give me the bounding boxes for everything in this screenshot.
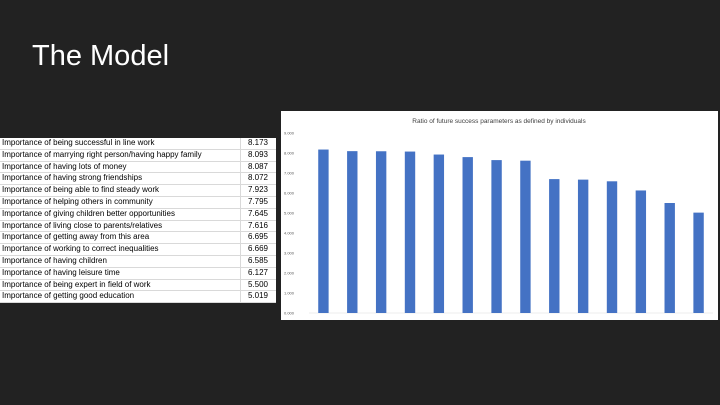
chart-bar xyxy=(375,151,387,313)
chart-title: Ratio of future success parameters as de… xyxy=(412,118,586,125)
row-value: 8.072 xyxy=(240,172,276,186)
row-label: Importance of marrying right person/havi… xyxy=(0,149,241,162)
table-body: Importance of being successful in line w… xyxy=(0,138,276,304)
table-row: Importance of marrying right person/havi… xyxy=(0,149,276,162)
y-axis: 0.000 1.000 2.000 3.000 4.000 5.000 6.000 7.000… xyxy=(284,131,295,316)
table-row: Importance of having lots of money 8.087 xyxy=(0,161,276,174)
row-value: 5.019 xyxy=(240,290,276,304)
row-value: 7.923 xyxy=(240,184,276,197)
y-tick-label: 1.000 xyxy=(284,291,295,296)
row-label: Importance of working to correct inequal… xyxy=(0,243,241,256)
row-label: Importance of helping others in communit… xyxy=(0,196,241,209)
y-tick-label: 2.000 xyxy=(284,271,295,276)
y-tick-label: 5.000 xyxy=(284,211,295,216)
row-value: 7.795 xyxy=(240,196,276,209)
row-label: Importance of being expert in field of w… xyxy=(0,279,241,292)
chart-bar xyxy=(693,212,704,313)
table-row: Importance of giving children better opp… xyxy=(0,208,276,221)
row-label: Importance of having leisure time xyxy=(0,267,241,280)
bars xyxy=(318,149,704,313)
table-row: Importance of being able to find steady … xyxy=(0,184,276,197)
chart-bar xyxy=(462,157,473,313)
row-value: 7.645 xyxy=(240,208,276,221)
chart-bar xyxy=(577,179,589,313)
row-value: 8.173 xyxy=(240,138,276,150)
row-value: 7.616 xyxy=(240,220,276,233)
chart-bar xyxy=(520,160,531,313)
table-row: Importance of having strong friendships 8… xyxy=(0,172,276,186)
chart-panel: Ratio of future success parameters as de… xyxy=(281,111,718,320)
row-value: 6.585 xyxy=(240,255,276,268)
row-value: 8.093 xyxy=(240,149,276,162)
importance-table: Importance of being successful in line w… xyxy=(0,138,276,304)
table-row: Importance of being successful in line w… xyxy=(0,138,276,150)
row-value: 8.087 xyxy=(240,161,276,174)
table-row: Importance of working to correct inequal… xyxy=(0,243,276,256)
row-value: 6.695 xyxy=(240,231,276,245)
chart-bar xyxy=(606,181,618,313)
table-row: Importance of getting good education 5.01… xyxy=(0,290,276,304)
chart-bar xyxy=(549,179,560,313)
row-value: 5.500 xyxy=(240,279,276,292)
y-tick-label: 4.000 xyxy=(284,231,295,236)
row-label: Importance of getting good education xyxy=(0,290,241,304)
row-label: Importance of having children xyxy=(0,255,241,268)
table-row: Importance of getting away from this are… xyxy=(0,231,276,245)
row-label: Importance of getting away from this are… xyxy=(0,231,241,245)
y-tick-label: 0.000 xyxy=(284,311,295,316)
y-tick-label: 8.000 xyxy=(284,151,295,156)
y-tick-label: 7.000 xyxy=(284,171,295,176)
chart-bar xyxy=(635,190,647,313)
row-label: Importance of living close to parents/re… xyxy=(0,220,241,233)
table-row: Importance of having children 6.585 xyxy=(0,255,276,268)
chart-bar xyxy=(664,203,675,313)
chart-bar xyxy=(491,160,502,313)
chart-bar xyxy=(404,151,416,313)
table-row: Importance of living close to parents/re… xyxy=(0,220,276,233)
bar-chart: Ratio of future success parameters as de… xyxy=(284,118,713,316)
chart-bar xyxy=(433,154,445,313)
table-row: Importance of helping others in communit… xyxy=(0,196,276,209)
table-row: Importance of being expert in field of w… xyxy=(0,279,276,292)
row-value: 6.127 xyxy=(240,267,276,280)
row-value: 6.669 xyxy=(240,243,276,256)
y-tick-label: 3.000 xyxy=(284,251,295,256)
row-label: Importance of giving children better opp… xyxy=(0,208,241,221)
slide-title: The Model xyxy=(32,40,170,72)
row-label: Importance of being able to find steady … xyxy=(0,184,241,197)
row-label: Importance of having strong friendships xyxy=(0,172,241,186)
row-label: Importance of being successful in line w… xyxy=(0,138,241,150)
y-tick-label: 6.000 xyxy=(284,191,295,196)
chart-bar xyxy=(347,151,358,313)
row-label: Importance of having lots of money xyxy=(0,161,241,174)
chart-bar xyxy=(318,149,329,313)
y-tick-label: 9.000 xyxy=(284,131,295,136)
table-row: Importance of having leisure time 6.127 xyxy=(0,267,276,280)
